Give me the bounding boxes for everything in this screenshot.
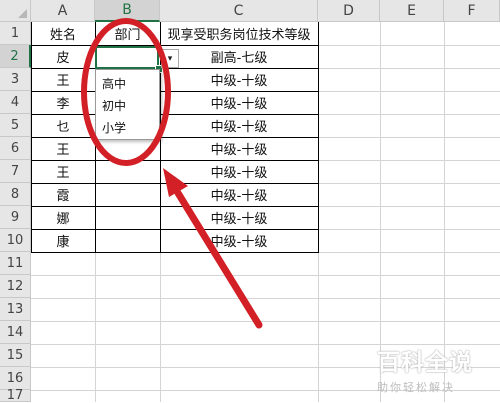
name-cell[interactable]: 王 <box>31 160 95 183</box>
column-header-c[interactable]: C <box>160 0 318 22</box>
row-header[interactable]: 14 <box>0 321 31 344</box>
select-all-corner[interactable] <box>0 0 31 22</box>
row-header[interactable]: 8 <box>0 183 31 206</box>
gridline <box>31 298 500 299</box>
name-cell[interactable]: 王 <box>31 137 95 160</box>
gridline <box>31 321 500 322</box>
row-header[interactable]: 9 <box>0 206 31 229</box>
row-header[interactable]: 1 <box>0 22 31 45</box>
row-header[interactable]: 2 <box>0 45 31 68</box>
dropdown-list: 高中 初中 小学 <box>95 69 160 140</box>
name-cell[interactable]: 乜 <box>31 114 95 137</box>
row-header[interactable]: 10 <box>0 229 31 252</box>
level-cell[interactable]: 中级-十级 <box>160 91 318 114</box>
header-cell-level[interactable]: 现享受职务岗位技术等级 <box>160 22 318 45</box>
header-cell-name[interactable]: 姓名 <box>31 22 95 45</box>
level-cell[interactable]: 副高-七级 <box>160 45 318 68</box>
level-cell[interactable]: 中级-十级 <box>160 137 318 160</box>
level-cell[interactable]: 中级-十级 <box>160 160 318 183</box>
corner-triangle-icon <box>18 9 27 18</box>
level-cell[interactable]: 中级-十级 <box>160 114 318 137</box>
watermark: 百科全说 助你轻松解决 <box>377 343 495 395</box>
row-header[interactable]: 12 <box>0 275 31 298</box>
dropdown-option[interactable]: 初中 <box>102 97 126 114</box>
chevron-down-icon: ▾ <box>167 53 173 64</box>
dropdown-option[interactable]: 小学 <box>102 119 126 136</box>
row-header[interactable]: 15 <box>0 344 31 367</box>
row-header[interactable]: 11 <box>0 252 31 275</box>
dropdown-button[interactable]: ▾ <box>161 49 179 68</box>
column-header-e[interactable]: E <box>380 0 444 22</box>
row-header[interactable]: 17 <box>0 388 31 403</box>
dept-cell[interactable] <box>95 206 160 229</box>
level-cell[interactable]: 中级-十级 <box>160 183 318 206</box>
dept-cell[interactable] <box>95 160 160 183</box>
dept-cell[interactable] <box>95 183 160 206</box>
row-header[interactable]: 5 <box>0 114 31 137</box>
row-header[interactable]: 16 <box>0 367 31 390</box>
spreadsheet-grid: 姓名 部门 现享受职务岗位技术等级 皮 副高-七级 王 中级-十级 李 中级-十… <box>0 0 500 403</box>
row-header[interactable]: 13 <box>0 298 31 321</box>
row-header[interactable]: 3 <box>0 68 31 91</box>
header-cell-dept[interactable]: 部门 <box>95 22 160 45</box>
column-header-d[interactable]: D <box>318 0 380 22</box>
row-header[interactable]: 4 <box>0 91 31 114</box>
name-cell[interactable]: 娜 <box>31 206 95 229</box>
row-header[interactable]: 6 <box>0 137 31 160</box>
name-cell[interactable]: 康 <box>31 229 95 252</box>
watermark-subtitle: 助你轻松解决 <box>377 381 455 394</box>
active-cell-b2[interactable] <box>95 46 159 69</box>
table-border <box>31 252 319 253</box>
name-cell[interactable]: 李 <box>31 91 95 114</box>
watermark-title: 百科全说 <box>377 350 473 376</box>
column-header-a[interactable]: A <box>31 0 95 22</box>
level-cell[interactable]: 中级-十级 <box>160 68 318 91</box>
name-cell[interactable]: 王 <box>31 68 95 91</box>
gridline <box>31 275 500 276</box>
dropdown-option[interactable]: 高中 <box>102 75 126 92</box>
column-header-b[interactable]: B <box>95 0 160 22</box>
name-cell[interactable]: 霞 <box>31 183 95 206</box>
level-cell[interactable]: 中级-十级 <box>160 229 318 252</box>
column-header-f[interactable]: F <box>444 0 500 22</box>
name-cell[interactable]: 皮 <box>31 45 95 68</box>
level-cell[interactable]: 中级-十级 <box>160 206 318 229</box>
dept-cell[interactable] <box>95 229 160 252</box>
row-header[interactable]: 7 <box>0 160 31 183</box>
